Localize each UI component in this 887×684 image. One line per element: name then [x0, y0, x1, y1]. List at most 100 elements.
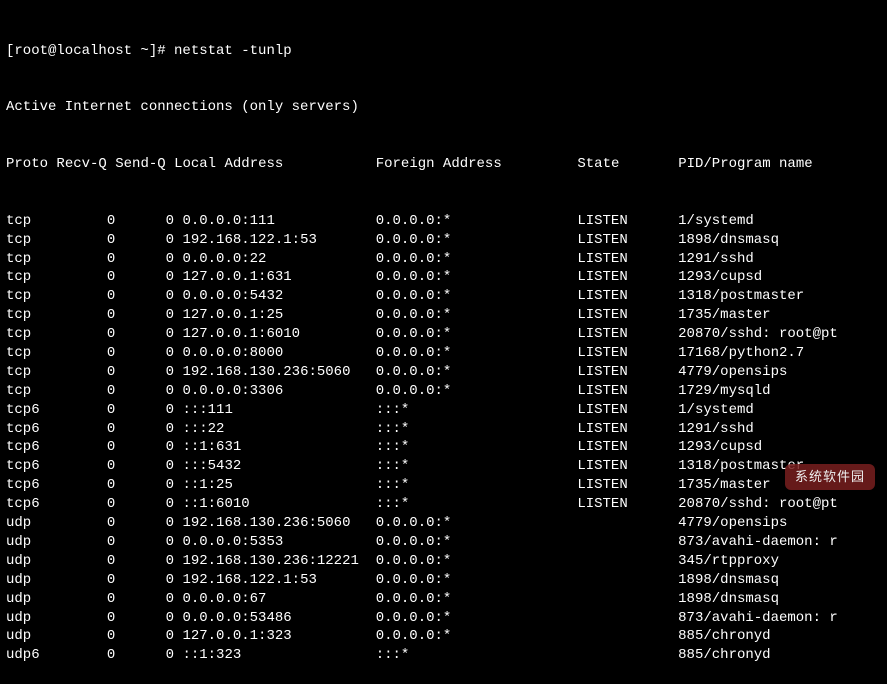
cell-foreign: 0.0.0.0:*	[376, 326, 578, 342]
cell-proto: tcp	[6, 269, 56, 285]
cell-state	[577, 628, 678, 644]
cell-recvq: 0	[56, 439, 115, 455]
cell-state: LISTEN	[577, 269, 678, 285]
cell-recvq: 0	[56, 326, 115, 342]
table-row: udp 0 0 0.0.0.0:67 0.0.0.0:* 1898/dnsmas…	[6, 590, 881, 609]
cell-sendq: 0	[115, 458, 174, 474]
cell-sendq: 0	[115, 515, 174, 531]
cell-sendq: 0	[115, 232, 174, 248]
cell-recvq: 0	[56, 477, 115, 493]
cell-state	[577, 534, 678, 550]
cell-local: 192.168.122.1:53	[174, 232, 376, 248]
cell-pid: 4779/opensips	[678, 515, 787, 531]
cell-proto: udp	[6, 572, 56, 588]
cell-proto: tcp6	[6, 421, 56, 437]
cell-pid: 17168/python2.7	[678, 345, 804, 361]
cell-recvq: 0	[56, 345, 115, 361]
cell-sendq: 0	[115, 326, 174, 342]
cell-foreign: :::*	[376, 477, 578, 493]
cell-local: :::111	[174, 402, 376, 418]
cell-proto: tcp6	[6, 477, 56, 493]
cell-sendq: 0	[115, 421, 174, 437]
cell-pid: 4779/opensips	[678, 364, 787, 380]
cell-pid: 885/chronyd	[678, 647, 770, 663]
cell-sendq: 0	[115, 269, 174, 285]
cell-foreign: 0.0.0.0:*	[376, 534, 578, 550]
cell-local: :::22	[174, 421, 376, 437]
cell-foreign: 0.0.0.0:*	[376, 364, 578, 380]
cell-proto: udp	[6, 553, 56, 569]
cell-recvq: 0	[56, 496, 115, 512]
cell-state	[577, 647, 678, 663]
cell-recvq: 0	[56, 458, 115, 474]
table-row: udp 0 0 127.0.0.1:323 0.0.0.0:* 885/chro…	[6, 627, 881, 646]
terminal-output[interactable]: [root@localhost ~]# netstat -tunlp Activ…	[6, 4, 881, 684]
cell-local: 0.0.0.0:3306	[174, 383, 376, 399]
cell-local: 127.0.0.1:323	[174, 628, 376, 644]
cell-pid: 873/avahi-daemon: r	[678, 610, 838, 626]
cell-sendq: 0	[115, 610, 174, 626]
header-pid: PID/Program name	[678, 156, 812, 172]
cell-local: ::1:6010	[174, 496, 376, 512]
cell-state: LISTEN	[577, 232, 678, 248]
cell-proto: tcp6	[6, 402, 56, 418]
cell-state: LISTEN	[577, 213, 678, 229]
cell-proto: tcp	[6, 326, 56, 342]
cell-local: 192.168.130.236:12221	[174, 553, 376, 569]
cell-proto: udp	[6, 628, 56, 644]
cell-sendq: 0	[115, 364, 174, 380]
cell-local: :::5432	[174, 458, 376, 474]
cell-state	[577, 572, 678, 588]
cell-recvq: 0	[56, 591, 115, 607]
cell-local: 127.0.0.1:6010	[174, 326, 376, 342]
cell-sendq: 0	[115, 591, 174, 607]
cell-pid: 1898/dnsmasq	[678, 572, 779, 588]
cell-proto: udp	[6, 591, 56, 607]
cell-recvq: 0	[56, 402, 115, 418]
cell-proto: udp	[6, 610, 56, 626]
cell-pid: 873/avahi-daemon: r	[678, 534, 838, 550]
cell-foreign: :::*	[376, 496, 578, 512]
table-row: tcp 0 0 0.0.0.0:8000 0.0.0.0:* LISTEN 17…	[6, 344, 881, 363]
cell-pid: 1293/cupsd	[678, 439, 762, 455]
cell-recvq: 0	[56, 628, 115, 644]
cell-foreign: 0.0.0.0:*	[376, 251, 578, 267]
cell-recvq: 0	[56, 383, 115, 399]
cell-state: LISTEN	[577, 307, 678, 323]
cell-recvq: 0	[56, 421, 115, 437]
cell-state: LISTEN	[577, 364, 678, 380]
cell-proto: tcp	[6, 307, 56, 323]
cell-sendq: 0	[115, 213, 174, 229]
table-row: tcp6 0 0 ::1:25 :::* LISTEN 1735/master	[6, 476, 881, 495]
cell-local: 0.0.0.0:67	[174, 591, 376, 607]
cell-state: LISTEN	[577, 477, 678, 493]
cell-sendq: 0	[115, 572, 174, 588]
table-row: udp 0 0 0.0.0.0:5353 0.0.0.0:* 873/avahi…	[6, 533, 881, 552]
table-row: tcp 0 0 192.168.122.1:53 0.0.0.0:* LISTE…	[6, 231, 881, 250]
cell-recvq: 0	[56, 534, 115, 550]
cell-sendq: 0	[115, 307, 174, 323]
cell-pid: 345/rtpproxy	[678, 553, 779, 569]
cell-recvq: 0	[56, 553, 115, 569]
cell-local: 192.168.130.236:5060	[174, 515, 376, 531]
table-row: tcp6 0 0 :::22 :::* LISTEN 1291/sshd	[6, 420, 881, 439]
table-row: udp 0 0 192.168.130.236:5060 0.0.0.0:* 4…	[6, 514, 881, 533]
cell-proto: tcp	[6, 288, 56, 304]
cell-local: 0.0.0.0:22	[174, 251, 376, 267]
cell-sendq: 0	[115, 402, 174, 418]
cell-foreign: 0.0.0.0:*	[376, 628, 578, 644]
cell-foreign: :::*	[376, 402, 578, 418]
cell-pid: 1898/dnsmasq	[678, 232, 779, 248]
cell-foreign: :::*	[376, 421, 578, 437]
table-row: tcp6 0 0 :::5432 :::* LISTEN 1318/postma…	[6, 457, 881, 476]
cell-pid: 20870/sshd: root@pt	[678, 496, 838, 512]
cell-sendq: 0	[115, 345, 174, 361]
table-row: tcp 0 0 0.0.0.0:111 0.0.0.0:* LISTEN 1/s…	[6, 212, 881, 231]
cell-sendq: 0	[115, 288, 174, 304]
cell-local: 0.0.0.0:53486	[174, 610, 376, 626]
cell-local: 0.0.0.0:8000	[174, 345, 376, 361]
cell-foreign: 0.0.0.0:*	[376, 345, 578, 361]
header-foreign: Foreign Address	[376, 156, 502, 172]
cell-state: LISTEN	[577, 439, 678, 455]
cell-recvq: 0	[56, 610, 115, 626]
